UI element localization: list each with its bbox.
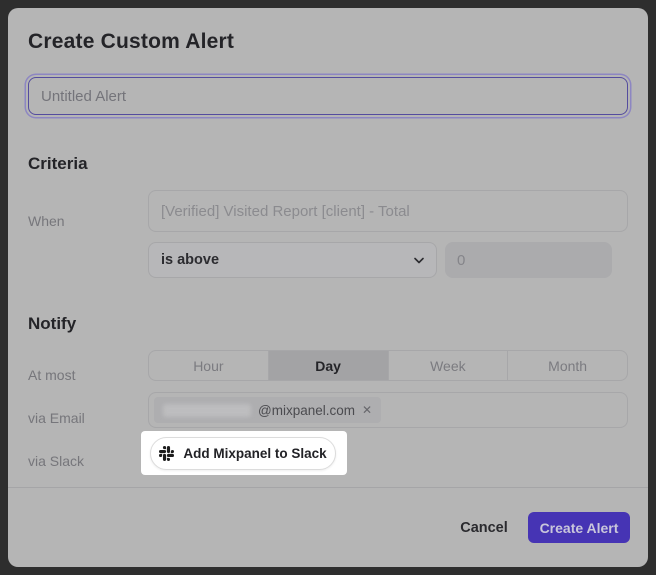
via-email-label: via Email bbox=[28, 410, 85, 426]
alert-name-input[interactable] bbox=[28, 77, 628, 115]
dialog-title: Create Custom Alert bbox=[28, 30, 234, 54]
event-selector-value: [Verified] Visited Report [client] - Tot… bbox=[161, 203, 410, 220]
criteria-heading: Criteria bbox=[28, 154, 88, 174]
when-label: When bbox=[28, 213, 65, 229]
operator-select[interactable]: is above bbox=[148, 242, 437, 278]
cancel-button[interactable]: Cancel bbox=[449, 512, 519, 543]
email-recipients-field[interactable]: @mixpanel.com ✕ bbox=[148, 392, 628, 428]
operator-select-value: is above bbox=[161, 252, 219, 268]
email-chip-domain: @mixpanel.com bbox=[258, 403, 355, 418]
add-mixpanel-to-slack-button[interactable]: Add Mixpanel to Slack bbox=[150, 437, 336, 470]
email-redacted-username bbox=[163, 404, 251, 417]
frequency-option-day[interactable]: Day bbox=[268, 351, 388, 380]
frequency-segmented-control: Hour Day Week Month bbox=[148, 350, 628, 381]
remove-icon[interactable]: ✕ bbox=[362, 404, 372, 416]
via-slack-label: via Slack bbox=[28, 453, 84, 469]
frequency-option-month[interactable]: Month bbox=[507, 351, 627, 380]
slack-icon bbox=[159, 446, 174, 461]
create-alert-button[interactable]: Create Alert bbox=[528, 512, 630, 543]
frequency-option-week[interactable]: Week bbox=[388, 351, 508, 380]
frequency-option-hour[interactable]: Hour bbox=[149, 351, 268, 380]
at-most-label: At most bbox=[28, 367, 75, 383]
threshold-input[interactable] bbox=[445, 242, 612, 278]
footer-divider bbox=[8, 487, 648, 488]
slack-button-label: Add Mixpanel to Slack bbox=[183, 446, 326, 461]
notify-heading: Notify bbox=[28, 314, 76, 334]
slack-spotlight-highlight: Add Mixpanel to Slack bbox=[141, 431, 347, 475]
email-chip: @mixpanel.com ✕ bbox=[154, 397, 381, 423]
chevron-down-icon bbox=[414, 257, 424, 264]
create-custom-alert-dialog: Create Custom Alert Criteria When [Verif… bbox=[8, 8, 648, 567]
event-selector[interactable]: [Verified] Visited Report [client] - Tot… bbox=[148, 190, 628, 232]
